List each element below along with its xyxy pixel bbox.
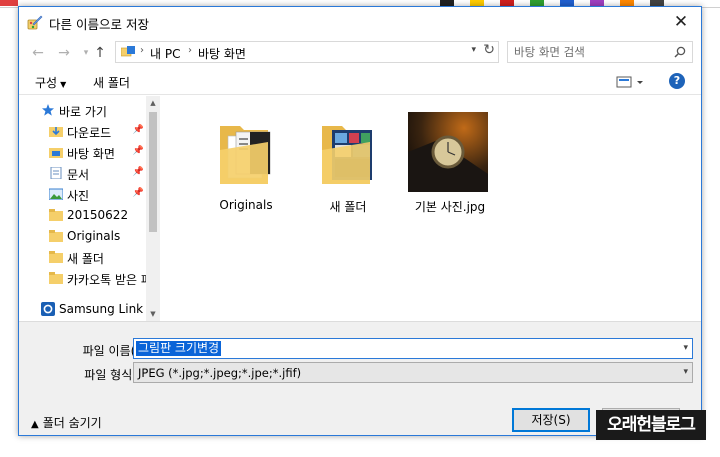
- search-input[interactable]: [514, 45, 664, 59]
- search-icon[interactable]: [674, 46, 686, 58]
- nav-item-folder-new[interactable]: 새 폴더: [19, 247, 146, 268]
- scroll-up-icon[interactable]: ▲: [146, 96, 160, 110]
- scrollbar-thumb[interactable]: [149, 112, 157, 232]
- desktop-folder-icon: [49, 148, 63, 158]
- file-name: 새 폴더: [329, 200, 367, 214]
- scroll-down-icon[interactable]: ▼: [146, 307, 160, 321]
- back-arrow-icon[interactable]: ←: [27, 43, 49, 63]
- title-bar: 다른 이름으로 저장 ✕: [19, 7, 701, 37]
- nav-item-samsung-link[interactable]: Samsung Link: [19, 299, 146, 320]
- organize-button[interactable]: 구성 ▼: [35, 74, 66, 91]
- pin-icon[interactable]: 📌: [133, 188, 144, 198]
- file-item-new-folder[interactable]: 새 폴더: [298, 106, 398, 216]
- hide-folders-label: 폴더 숨기기: [42, 416, 102, 430]
- chevron-up-icon: ▲: [31, 419, 39, 430]
- nav-item-label: 카카오톡 받은 파: [67, 273, 146, 287]
- up-arrow-icon[interactable]: ↑: [89, 43, 111, 63]
- new-folder-button[interactable]: 새 폴더: [93, 74, 130, 91]
- folder-icon: [49, 251, 63, 263]
- blog-watermark: 오래헌블로그: [596, 410, 706, 440]
- nav-item-folder-originals[interactable]: Originals: [19, 226, 146, 247]
- file-item-originals[interactable]: Originals: [196, 106, 296, 216]
- folder-icon: [322, 126, 372, 184]
- nav-item-label: Originals: [67, 229, 121, 243]
- navigation-pane: 바로 가기 다운로드 📌 바탕 화면 📌 문서 📌 사진 📌 20150622: [19, 96, 160, 321]
- hide-folders-button[interactable]: ▲ 폴더 숨기기: [31, 414, 102, 431]
- pin-icon[interactable]: 📌: [133, 146, 144, 156]
- nav-item-label: Samsung Link: [59, 302, 144, 316]
- pictures-icon: [49, 188, 63, 200]
- nav-item-label: 다운로드: [67, 126, 112, 140]
- download-folder-icon: [49, 127, 63, 137]
- filename-input[interactable]: 그림판 크기변경 ▾: [133, 338, 693, 359]
- save-button[interactable]: 저장(S): [512, 408, 590, 432]
- filename-row: 파일 이름(N): 그림판 크기변경 ▾: [19, 338, 701, 360]
- nav-item-desktop[interactable]: 바탕 화면 📌: [19, 142, 146, 163]
- search-box: [507, 41, 693, 63]
- breadcrumb-desktop[interactable]: 바탕 화면: [198, 45, 246, 62]
- address-bar[interactable]: › 내 PC › 바탕 화면 ▾ ↻: [115, 41, 499, 63]
- filetype-select[interactable]: JPEG (*.jpg;*.jpeg;*.jpe;*.jfif) ▾: [133, 362, 693, 383]
- help-icon[interactable]: ?: [669, 73, 685, 89]
- nav-item-downloads[interactable]: 다운로드 📌: [19, 121, 146, 142]
- file-name: Originals: [219, 198, 273, 212]
- pc-icon: [121, 46, 135, 57]
- address-row: ← → ▾ ↑ › 내 PC › 바탕 화면 ▾ ↻: [19, 38, 701, 68]
- pin-icon[interactable]: 📌: [133, 125, 144, 135]
- file-name: 기본 사진.jpg: [414, 200, 486, 214]
- breadcrumb-separator-icon: ›: [188, 45, 192, 56]
- folder-icon: [220, 126, 271, 184]
- filename-value[interactable]: 그림판 크기변경: [136, 341, 222, 356]
- nav-item-pictures[interactable]: 사진 📌: [19, 184, 146, 205]
- breadcrumb-my-pc[interactable]: 내 PC: [150, 45, 180, 62]
- nav-item-label: 바로 가기: [59, 105, 107, 119]
- file-item-basic-photo[interactable]: 기본 사진.jpg: [400, 106, 500, 216]
- documents-icon: [50, 167, 62, 179]
- nav-item-label: 바탕 화면: [67, 147, 115, 161]
- chevron-down-icon[interactable]: ▾: [683, 367, 688, 377]
- change-view-icon[interactable]: [615, 74, 645, 90]
- star-icon: [42, 104, 54, 116]
- nav-scrollbar[interactable]: ▲ ▼: [146, 96, 160, 321]
- nav-item-label: 문서: [67, 168, 90, 182]
- folder-icon: [49, 209, 63, 221]
- nav-item-quick-access[interactable]: 바로 가기: [19, 100, 146, 121]
- chevron-down-icon[interactable]: ▾: [683, 343, 688, 353]
- pin-icon[interactable]: 📌: [133, 167, 144, 177]
- save-as-dialog: 다른 이름으로 저장 ✕ ← → ▾ ↑ › 내 PC › 바탕 화면 ▾ ↻: [18, 6, 702, 436]
- forward-arrow-icon[interactable]: →: [53, 43, 75, 63]
- nav-item-label: 사진: [67, 189, 90, 203]
- nav-item-folder-kakaotalk[interactable]: 카카오톡 받은 파: [19, 268, 146, 289]
- palette-swatch: [0, 0, 18, 6]
- folder-icon: [49, 230, 63, 242]
- folder-icon: [49, 272, 63, 284]
- breadcrumb-separator-icon: ›: [140, 45, 144, 56]
- dialog-title: 다른 이름으로 저장: [49, 17, 149, 32]
- address-dropdown-icon[interactable]: ▾: [471, 45, 476, 55]
- file-list: Originals 새 폴더 기본 사진.jpg: [160, 96, 701, 321]
- nav-item-label: 새 폴더: [67, 252, 104, 266]
- chevron-down-icon: ▼: [60, 80, 67, 89]
- samsung-link-icon: [41, 302, 55, 316]
- paint-app-icon: [27, 15, 43, 30]
- organize-label: 구성: [35, 76, 58, 90]
- filetype-value: JPEG (*.jpg;*.jpeg;*.jpe;*.jfif): [138, 366, 302, 380]
- close-icon[interactable]: ✕: [661, 7, 701, 37]
- command-bar: 구성 ▼ 새 폴더 ?: [19, 69, 701, 95]
- nav-item-documents[interactable]: 문서 📌: [19, 163, 146, 184]
- nav-item-folder-20150622[interactable]: 20150622: [19, 205, 146, 226]
- nav-item-label: 20150622: [67, 208, 129, 222]
- refresh-icon[interactable]: ↻: [483, 42, 495, 58]
- photo-thumbnail-icon: [408, 112, 488, 192]
- filetype-row: 파일 형식(T): JPEG (*.jpg;*.jpeg;*.jpe;*.jfi…: [19, 362, 701, 384]
